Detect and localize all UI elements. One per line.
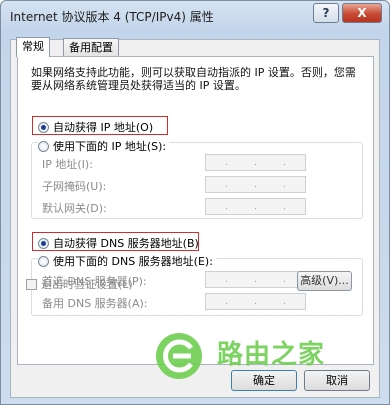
close-button[interactable]: X — [342, 3, 382, 23]
validate-checkbox[interactable] — [26, 278, 37, 290]
preferred-dns-input[interactable]: ... — [205, 271, 306, 288]
advanced-button[interactable]: 高级(V)... — [297, 271, 352, 291]
radio-manual-ip[interactable]: 使用下面的 IP 地址(S): — [38, 138, 170, 154]
radio-dot[interactable] — [38, 121, 49, 133]
alternate-dns-input[interactable]: ... — [205, 293, 306, 310]
subnet-mask-input[interactable]: ... — [205, 176, 306, 193]
default-gateway-input[interactable]: ... — [205, 198, 306, 215]
radio-label: 自动获得 IP 地址(O) — [53, 121, 154, 134]
radio-dot[interactable] — [38, 255, 49, 267]
validate-label: 退出时验证设置(L) — [41, 278, 133, 291]
tab-alternate-config[interactable]: 备用配置 — [63, 38, 119, 56]
ip-address-input[interactable]: ... — [205, 154, 306, 171]
radio-auto-ip[interactable]: 自动获得 IP 地址(O) — [38, 119, 153, 135]
tcpip-properties-dialog: Internet 协议版本 4 (TCP/IPv4) 属性 ? X 常规 备用配… — [0, 0, 390, 405]
description-text: 如果网络支持此功能，则可以获取自动指派的 IP 设置。否则，您需要从网络系统管理… — [31, 66, 356, 92]
alternate-dns-label: 备用 DNS 服务器(A): — [42, 297, 148, 310]
watermark: 路由之家 — [151, 331, 341, 381]
window-title: Internet 协议版本 4 (TCP/IPv4) 属性 — [10, 10, 214, 24]
radio-dot[interactable] — [38, 237, 49, 249]
ip-address-label: IP 地址(I): — [42, 158, 93, 171]
radio-label: 使用下面的 DNS 服务器地址(E): — [53, 255, 213, 268]
watermark-text: 路由之家 — [217, 340, 326, 370]
radio-manual-dns[interactable]: 使用下面的 DNS 服务器地址(E): — [38, 253, 216, 269]
radio-label: 使用下面的 IP 地址(S): — [53, 140, 167, 153]
default-gateway-label: 默认网关(D): — [42, 202, 107, 215]
subnet-mask-label: 子网掩码(U): — [42, 180, 107, 193]
radio-auto-dns[interactable]: 自动获得 DNS 服务器地址(B) — [38, 235, 199, 251]
tab-general[interactable]: 常规 — [16, 37, 50, 57]
router-home-logo-icon — [156, 333, 202, 379]
radio-label: 自动获得 DNS 服务器地址(B) — [53, 237, 199, 250]
tab-content-general: 如果网络支持此功能，则可以获取自动指派的 IP 设置。否则，您需要从网络系统管理… — [17, 56, 374, 365]
validate-on-exit[interactable]: 退出时验证设置(L) — [26, 276, 133, 292]
help-button[interactable]: ? — [313, 3, 339, 23]
title-bar: Internet 协议版本 4 (TCP/IPv4) 属性 ? X — [1, 1, 389, 29]
radio-dot[interactable] — [38, 140, 49, 152]
